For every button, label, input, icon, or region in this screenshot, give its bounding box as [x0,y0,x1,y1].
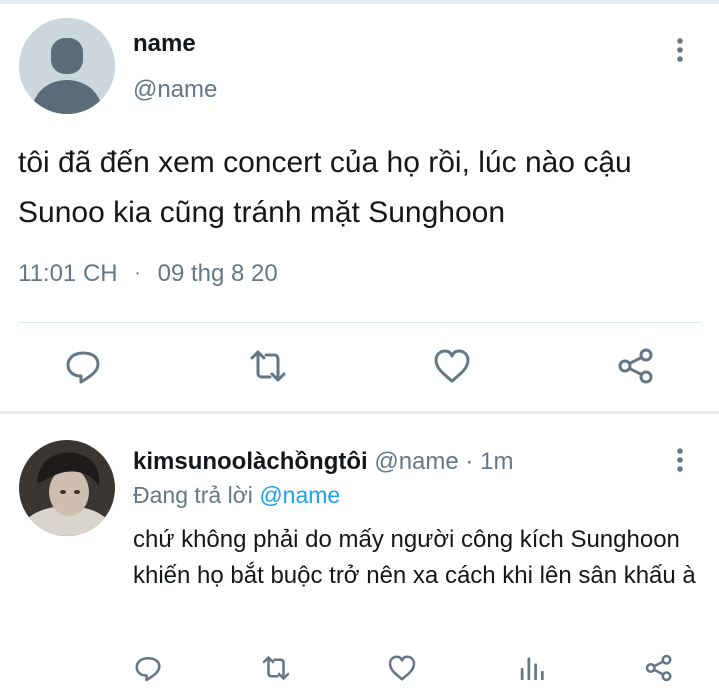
profile-photo-icon [19,440,115,536]
reply-tweet-text: chứ không phải do mấy người công kích Su… [133,526,696,589]
reply-separator: · [465,448,474,475]
main-tweet-text: tôi đã đến xem concert của họ rồi, lúc n… [18,146,632,229]
reply-username[interactable]: @name [374,448,458,475]
main-username[interactable]: @name [133,76,217,104]
reply-header: kimsunoolàchồngtôi @name · 1m [133,448,513,476]
reply-more-options-icon[interactable] [674,447,686,473]
main-reply-icon[interactable] [63,346,103,386]
main-avatar[interactable] [19,18,115,114]
main-more-options-icon[interactable] [674,37,686,63]
reply-reply-icon[interactable] [133,653,163,683]
stats-divider [18,322,702,323]
main-display-name[interactable]: name [133,30,196,58]
main-date: 09 thg 8 20 [157,260,278,287]
main-share-icon[interactable] [616,346,656,386]
reply-age: 1m [480,448,514,475]
main-timestamp[interactable]: 11:01 CH · 09 thg 8 20 [18,260,278,288]
reply-retweet-icon[interactable] [261,653,291,683]
replying-to-line: Đang trả lời @name [133,482,340,509]
main-retweet-icon[interactable] [248,346,288,386]
timestamp-separator: · [134,262,141,284]
main-like-icon[interactable] [432,346,472,386]
top-divider [0,0,719,4]
replying-prefix: Đang trả lời [133,482,253,508]
default-profile-icon [19,18,115,114]
reply-avatar[interactable] [19,440,115,536]
main-time: 11:01 CH [18,260,118,287]
reply-like-icon[interactable] [387,653,417,683]
reply-display-name[interactable]: kimsunoolàchồngtôi [133,448,368,475]
replying-mention-link[interactable]: @name [259,482,340,508]
reply-share-icon[interactable] [644,653,674,683]
section-divider [0,411,719,414]
reply-analytics-icon[interactable] [517,653,547,683]
